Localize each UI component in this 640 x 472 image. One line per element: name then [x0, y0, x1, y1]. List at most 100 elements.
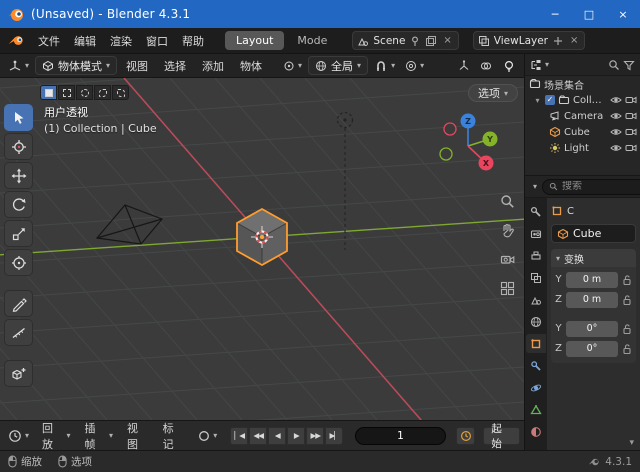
tool-rotate[interactable]: [4, 191, 33, 218]
outliner-editor-icon[interactable]: [530, 59, 542, 71]
pin-icon[interactable]: [409, 35, 421, 47]
playback-menu[interactable]: 回放 ▾: [37, 417, 76, 455]
object-name-field[interactable]: Cube: [551, 224, 636, 243]
workspace-tab-modeling[interactable]: Mode: [286, 31, 338, 50]
outliner-row-camera[interactable]: Camera: [525, 108, 640, 124]
tab-tool[interactable]: [526, 202, 546, 221]
jump-to-start-button[interactable]: ▏◀: [230, 427, 248, 445]
tab-render[interactable]: [526, 224, 546, 243]
location-z-field[interactable]: 0 m: [566, 292, 618, 308]
location-y-field[interactable]: 0 m: [566, 272, 618, 288]
new-viewlayer-icon[interactable]: [552, 35, 564, 47]
transform-section-header[interactable]: ▾ 变换: [551, 249, 636, 267]
tool-add-cube[interactable]: [4, 360, 33, 387]
shading-mode-button[interactable]: [498, 57, 520, 75]
tab-view-layer[interactable]: [526, 268, 546, 287]
prev-keyframe-button[interactable]: ◀◀: [249, 427, 267, 445]
menu-object[interactable]: 物体: [233, 55, 269, 77]
unlink-scene-icon[interactable]: ×: [441, 35, 453, 46]
tool-transform[interactable]: [4, 249, 33, 276]
rotation-y-field[interactable]: 0°: [566, 321, 618, 337]
disable-render-camera-icon[interactable]: [625, 126, 637, 138]
menu-edit[interactable]: 编辑: [67, 30, 103, 52]
tab-physics[interactable]: [526, 378, 546, 397]
remove-viewlayer-icon[interactable]: ×: [568, 35, 580, 46]
outliner-search-icon[interactable]: [608, 59, 620, 71]
tab-modifiers[interactable]: [526, 356, 546, 375]
tab-world[interactable]: [526, 312, 546, 331]
expand-caret-icon[interactable]: ▾: [533, 96, 542, 105]
rotation-z-field[interactable]: 0°: [566, 341, 618, 357]
menu-file[interactable]: 文件: [31, 30, 67, 52]
tool-select-box[interactable]: [4, 104, 33, 131]
select-mode-lasso[interactable]: [94, 85, 111, 100]
show-gizmo-button[interactable]: [454, 58, 474, 74]
tab-output[interactable]: [526, 246, 546, 265]
use-preview-range-button[interactable]: [456, 427, 476, 445]
new-datablock-icon[interactable]: [425, 35, 437, 47]
pan-button[interactable]: [498, 221, 516, 239]
menu-select[interactable]: 选择: [157, 55, 193, 77]
select-mode-box[interactable]: [58, 85, 75, 100]
pivot-point-button[interactable]: ▾: [279, 58, 306, 74]
tool-cursor[interactable]: [4, 133, 33, 160]
mode-dropdown[interactable]: 物体模式 ▾: [35, 56, 117, 75]
next-keyframe-button[interactable]: ▶▶: [306, 427, 324, 445]
hide-eye-icon[interactable]: [610, 126, 622, 138]
transform-orientation-dropdown[interactable]: 全局 ▾: [308, 56, 368, 75]
overlays-button[interactable]: [476, 58, 496, 74]
lock-icon[interactable]: [621, 343, 633, 355]
outliner-row-collection[interactable]: ▾ ✓ Collection: [525, 92, 640, 108]
frame-start-field[interactable]: 起始: [483, 427, 520, 445]
current-frame-field[interactable]: 1: [355, 427, 445, 445]
blender-menu-logo-icon[interactable]: [8, 34, 25, 47]
scene-selector[interactable]: Scene ×: [352, 31, 458, 50]
hide-eye-icon[interactable]: [610, 110, 622, 122]
lock-icon[interactable]: [621, 274, 633, 286]
play-reverse-button[interactable]: ◀: [268, 427, 286, 445]
lock-icon[interactable]: [621, 294, 633, 306]
workspace-tab-layout[interactable]: Layout: [225, 31, 284, 50]
marker-menu[interactable]: 标记: [158, 417, 190, 455]
select-mode-circle[interactable]: [76, 85, 93, 100]
collection-checkbox[interactable]: ✓: [545, 95, 555, 105]
timeline-view-menu[interactable]: 视图: [122, 417, 154, 455]
gizmo-minus-y-ball[interactable]: [440, 148, 452, 160]
menu-help[interactable]: 帮助: [175, 30, 211, 52]
tool-measure[interactable]: [4, 319, 33, 346]
filter-icon[interactable]: [623, 59, 635, 71]
tab-object[interactable]: [526, 334, 546, 353]
snap-button[interactable]: ▾: [370, 57, 399, 75]
disable-render-camera-icon[interactable]: [625, 94, 637, 106]
minimize-button[interactable]: ─: [538, 0, 572, 28]
viewlayer-selector[interactable]: ViewLayer ×: [473, 31, 586, 50]
tool-scale[interactable]: [4, 220, 33, 247]
scroll-down-indicator[interactable]: ▾: [629, 438, 634, 448]
timeline-editor-type-button[interactable]: ▾: [4, 427, 33, 445]
proportional-editing-button[interactable]: ▾: [401, 58, 428, 74]
hide-eye-icon[interactable]: [610, 142, 622, 154]
disable-render-camera-icon[interactable]: [625, 142, 637, 154]
outliner-row-cube[interactable]: Cube: [525, 124, 640, 140]
gizmo-minus-x-ball[interactable]: [444, 123, 456, 135]
maximize-button[interactable]: □: [572, 0, 606, 28]
editor-type-button[interactable]: ▾: [4, 57, 33, 75]
keying-menu[interactable]: 插帧 ▾: [80, 417, 119, 455]
camera-view-button[interactable]: [498, 250, 516, 268]
outliner-row-scene-collection[interactable]: 场景集合: [525, 76, 640, 92]
tab-scene[interactable]: [526, 290, 546, 309]
play-button[interactable]: ▶: [287, 427, 305, 445]
tool-move[interactable]: [4, 162, 33, 189]
close-button[interactable]: ×: [606, 0, 640, 28]
toggle-ortho-button[interactable]: [498, 279, 516, 297]
menu-view[interactable]: 视图: [119, 55, 155, 77]
menu-add[interactable]: 添加: [195, 55, 231, 77]
disable-render-camera-icon[interactable]: [625, 110, 637, 122]
tab-material[interactable]: [526, 422, 546, 441]
tool-annotate[interactable]: [4, 290, 33, 317]
viewport-options-button[interactable]: 选项 ▾: [468, 84, 518, 102]
menu-window[interactable]: 窗口: [139, 30, 175, 52]
menu-render[interactable]: 渲染: [103, 30, 139, 52]
tab-object-data[interactable]: [526, 400, 546, 419]
jump-to-end-button[interactable]: ▶▏: [325, 427, 343, 445]
